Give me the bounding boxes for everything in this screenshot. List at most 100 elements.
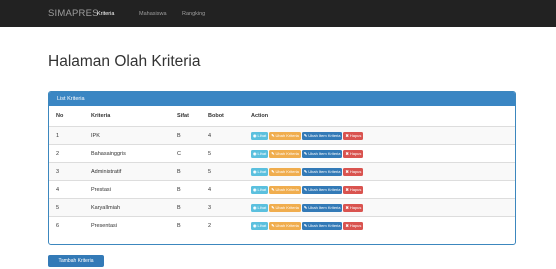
delete-button[interactable]: ✖Hapus [343,149,364,158]
edit-item-kriteria-button-label: Ubah Item Kriteria [308,204,341,210]
delete-button-label: Hapus [349,168,362,174]
cell-no: 3 [56,168,60,175]
page-title: Halaman Olah Kriteria [48,53,201,70]
cell-no: 6 [56,222,60,229]
cell-kriteria: Presentasi [91,222,117,229]
edit-item-kriteria-button[interactable]: ✎Ubah Item Kriteria [301,167,343,176]
add-kriteria-button[interactable]: Tambah Kriteria [48,255,104,267]
edit-item-kriteria-button-label: Ubah Item Kriteria [308,150,341,156]
edit-icon: ✎ [303,186,308,192]
cell-action: ◉Lihat ✎Ubah Kriteria ✎Ubah Item Kriteria ✖… [251,217,515,235]
nav-link-kriteria[interactable]: Kriteria [97,11,114,17]
edit-icon: ✎ [303,150,308,156]
delete-button-label: Hapus [349,204,362,210]
delete-button[interactable]: ✖Hapus [343,185,364,194]
delete-button-label: Hapus [349,132,362,138]
times-icon: ✖ [345,204,349,210]
brand-logo[interactable]: SIMAPRES [48,8,99,19]
view-button[interactable]: ◉Lihat [251,185,269,194]
cell-bobot: 5 [208,150,212,157]
eye-icon: ◉ [253,222,257,228]
view-button-label: Lihat [257,168,267,174]
edit-icon: ✎ [303,132,308,138]
cell-sifat: B [177,204,181,211]
edit-icon: ✎ [271,222,275,228]
times-icon: ✖ [345,168,349,174]
cell-sifat: C [177,150,181,157]
cell-kriteria: Bahasainggris [91,150,126,157]
eye-icon: ◉ [253,186,257,192]
view-button[interactable]: ◉Lihat [251,131,269,140]
edit-kriteria-button[interactable]: ✎Ubah Kriteria [269,167,301,176]
view-button[interactable]: ◉Lihat [251,203,269,212]
table-row: 2 Bahasainggris C 5 ◉Lihat ✎Ubah Kriteria ✎Uba… [49,144,515,163]
cell-sifat: B [177,186,181,193]
edit-kriteria-button-label: Ubah Kriteria [275,150,299,156]
column-header-bobot: Bobot [208,113,224,119]
table-row: 3 Administratif B 5 ◉Lihat ✎Ubah Kriteria ✎Uba… [49,162,515,181]
delete-button-label: Hapus [349,150,362,156]
delete-button[interactable]: ✖Hapus [343,221,364,230]
nav-link-rangking[interactable]: Rangking [182,11,205,17]
edit-kriteria-button[interactable]: ✎Ubah Kriteria [269,185,301,194]
cell-no: 2 [56,150,60,157]
delete-button[interactable]: ✖Hapus [343,131,364,140]
edit-item-kriteria-button-label: Ubah Item Kriteria [308,132,341,138]
cell-sifat: B [177,168,181,175]
column-header-sifat: Sifat [177,113,189,119]
view-button-label: Lihat [257,186,267,192]
cell-no: 1 [56,132,60,139]
edit-icon: ✎ [271,204,275,210]
table-row: 4 Prestasi B 4 ◉Lihat ✎Ubah Kriteria ✎Ubah Ite… [49,180,515,199]
edit-kriteria-button[interactable]: ✎Ubah Kriteria [269,221,301,230]
delete-button[interactable]: ✖Hapus [343,167,364,176]
table-row: 1 IPK B 4 ◉Lihat ✎Ubah Kriteria ✎Ubah Item Kri… [49,126,515,145]
view-button[interactable]: ◉Lihat [251,167,269,176]
eye-icon: ◉ [253,150,257,156]
cell-kriteria: IPK [91,132,100,139]
eye-icon: ◉ [253,132,257,138]
cell-bobot: 4 [208,132,212,139]
edit-item-kriteria-button[interactable]: ✎Ubah Item Kriteria [301,149,343,158]
cell-action: ◉Lihat ✎Ubah Kriteria ✎Ubah Item Kriteria ✖… [251,145,515,163]
edit-item-kriteria-button[interactable]: ✎Ubah Item Kriteria [301,131,343,140]
edit-item-kriteria-button[interactable]: ✎Ubah Item Kriteria [301,203,343,212]
times-icon: ✖ [345,150,349,156]
edit-icon: ✎ [303,168,308,174]
table-header-row: No Kriteria Sifat Bobot Action [49,106,515,127]
delete-button[interactable]: ✖Hapus [343,203,364,212]
view-button[interactable]: ◉Lihat [251,149,269,158]
column-header-action: Action [251,113,269,119]
edit-item-kriteria-button-label: Ubah Item Kriteria [308,186,341,192]
eye-icon: ◉ [253,168,257,174]
nav-link-mahasiswa[interactable]: Mahasiswa [139,11,167,17]
view-button[interactable]: ◉Lihat [251,221,269,230]
cell-action: ◉Lihat ✎Ubah Kriteria ✎Ubah Item Kriteria ✖… [251,181,515,199]
cell-kriteria: Prestasi [91,186,111,193]
cell-bobot: 4 [208,186,212,193]
edit-icon: ✎ [271,168,275,174]
edit-kriteria-button[interactable]: ✎Ubah Kriteria [269,203,301,212]
edit-item-kriteria-button[interactable]: ✎Ubah Item Kriteria [301,221,343,230]
cell-sifat: B [177,132,181,139]
edit-kriteria-button-label: Ubah Kriteria [275,204,299,210]
table-row: 6 Presentasi B 2 ◉Lihat ✎Ubah Kriteria ✎Ubah I… [49,216,515,235]
edit-kriteria-button[interactable]: ✎Ubah Kriteria [269,131,301,140]
panel-heading: List Kriteria [49,92,515,106]
edit-kriteria-button[interactable]: ✎Ubah Kriteria [269,149,301,158]
edit-item-kriteria-button-label: Ubah Item Kriteria [308,222,341,228]
edit-item-kriteria-button[interactable]: ✎Ubah Item Kriteria [301,185,343,194]
cell-bobot: 2 [208,222,212,229]
edit-icon: ✎ [271,186,275,192]
delete-button-label: Hapus [349,222,362,228]
cell-no: 4 [56,186,60,193]
column-header-kriteria: Kriteria [91,113,111,119]
edit-kriteria-button-label: Ubah Kriteria [275,186,299,192]
view-button-label: Lihat [257,222,267,228]
cell-kriteria: KaryaIlmiah [91,204,121,211]
cell-action: ◉Lihat ✎Ubah Kriteria ✎Ubah Item Kriteria ✖… [251,199,515,217]
cell-bobot: 5 [208,168,212,175]
view-button-label: Lihat [257,132,267,138]
eye-icon: ◉ [253,204,257,210]
table-row: 5 KaryaIlmiah B 3 ◉Lihat ✎Ubah Kriteria ✎Ubah … [49,198,515,217]
